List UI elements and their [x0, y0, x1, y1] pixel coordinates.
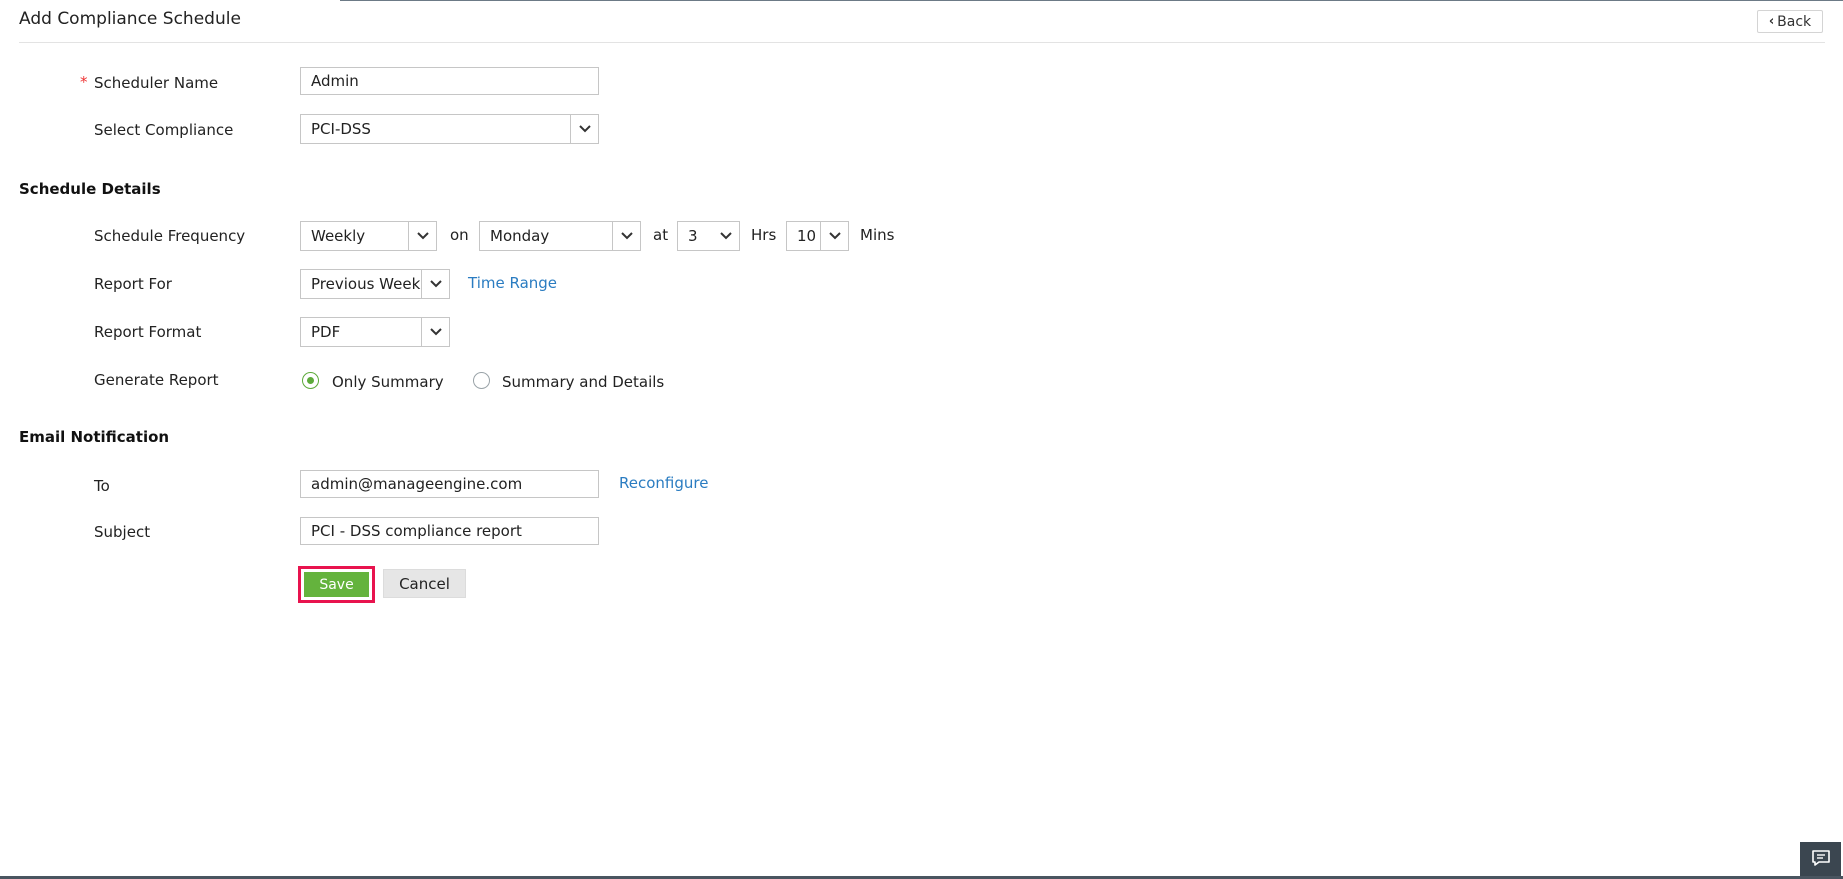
page-title: Add Compliance Schedule [19, 9, 241, 29]
time-range-link[interactable]: Time Range [468, 274, 557, 292]
chevron-down-icon [612, 222, 640, 250]
schedule-details-heading: Schedule Details [19, 180, 161, 198]
email-notification-heading: Email Notification [19, 428, 170, 446]
chevron-left-icon: ‹ [1768, 14, 1775, 29]
to-label: To [94, 477, 110, 495]
chevron-down-icon [421, 318, 449, 346]
generate-report-label: Generate Report [94, 371, 219, 389]
chevron-down-icon [712, 222, 739, 250]
cancel-button[interactable]: Cancel [383, 569, 466, 598]
report-format-label: Report Format [94, 323, 202, 341]
back-button[interactable]: ‹ Back [1757, 10, 1823, 33]
minute-select[interactable]: 10 [786, 221, 849, 251]
only-summary-radio[interactable] [302, 372, 319, 389]
summary-and-details-radio[interactable] [473, 372, 490, 389]
report-format-select[interactable]: PDF [300, 317, 450, 347]
scheduler-name-input[interactable]: Admin [300, 67, 599, 95]
at-text: at [653, 226, 669, 244]
required-marker: * [80, 73, 88, 91]
header-divider [19, 42, 1825, 43]
on-text: on [450, 226, 469, 244]
only-summary-label: Only Summary [332, 373, 444, 391]
chat-button[interactable] [1800, 842, 1841, 877]
hour-select[interactable]: 3 [677, 221, 740, 251]
frequency-select-value: Weekly [311, 227, 366, 245]
day-select[interactable]: Monday [479, 221, 641, 251]
reconfigure-link[interactable]: Reconfigure [619, 474, 708, 492]
subject-input[interactable]: PCI - DSS compliance report [300, 517, 599, 545]
compliance-select-value: PCI-DSS [311, 120, 371, 138]
report-for-select[interactable]: Previous Week [300, 269, 450, 299]
top-border-accent [0, 0, 340, 1]
scheduler-name-label: Scheduler Name [94, 74, 219, 92]
back-button-label: Back [1777, 13, 1812, 30]
select-compliance-label: Select Compliance [94, 121, 234, 139]
chevron-down-icon [820, 222, 848, 250]
day-select-value: Monday [490, 227, 550, 245]
frequency-select[interactable]: Weekly [300, 221, 437, 251]
hrs-text: Hrs [751, 226, 777, 244]
save-button[interactable]: Save [304, 572, 369, 597]
summary-and-details-label: Summary and Details [502, 373, 665, 391]
chevron-down-icon [421, 270, 449, 298]
chevron-down-icon [408, 222, 436, 250]
schedule-frequency-label: Schedule Frequency [94, 227, 246, 245]
compliance-select[interactable]: PCI-DSS [300, 114, 599, 144]
mins-text: Mins [860, 226, 895, 244]
chevron-down-icon [570, 115, 598, 143]
minute-select-value: 10 [797, 227, 817, 245]
to-email-input[interactable]: admin@manageengine.com [300, 470, 599, 498]
report-for-select-value: Previous Week [311, 275, 421, 293]
report-for-label: Report For [94, 275, 172, 293]
report-format-select-value: PDF [311, 323, 341, 341]
subject-label: Subject [94, 523, 151, 541]
hour-select-value: 3 [688, 227, 698, 245]
chat-icon [1811, 849, 1831, 871]
